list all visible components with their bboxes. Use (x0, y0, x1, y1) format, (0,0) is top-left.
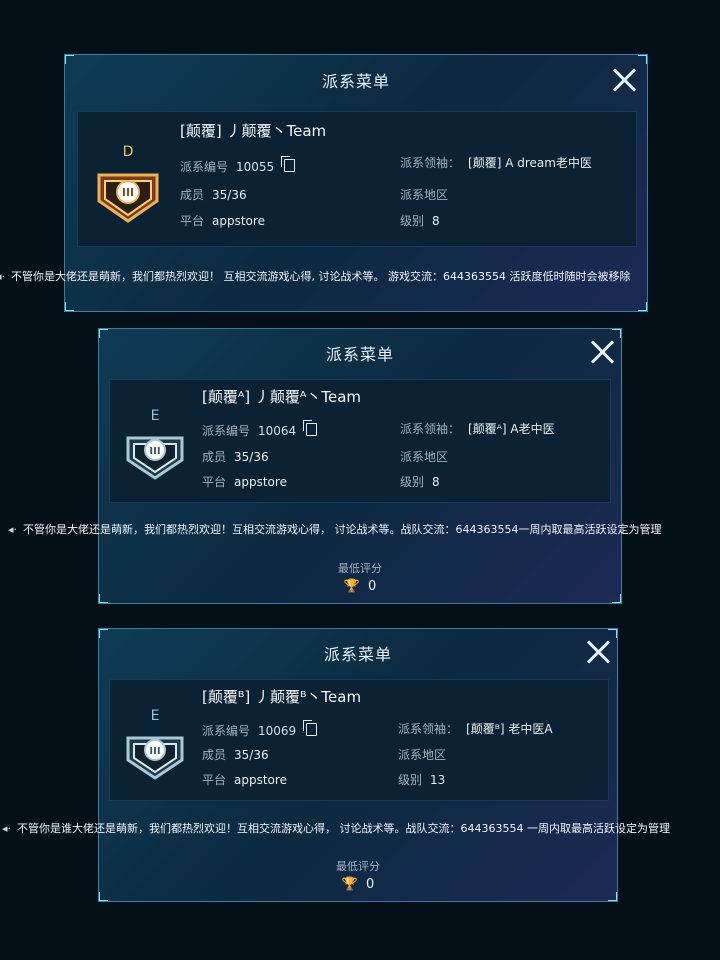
level-row: 级别 13 (398, 773, 446, 787)
copy-icon[interactable] (303, 420, 318, 436)
faction-id-row: 派系编号 10069 (202, 720, 318, 739)
faction-id-row: 派系编号 10064 (202, 420, 318, 439)
trophy-icon: 🏆 (343, 579, 360, 594)
level-row: 级别 8 (400, 214, 440, 228)
close-icon[interactable] (611, 67, 637, 93)
level-value: 8 (432, 214, 440, 228)
panel-title: 派系菜单 (321, 72, 390, 91)
platform-value: appstore (234, 475, 287, 489)
platform-value: appstore (234, 773, 287, 787)
leader-row: 派系领袖： [颠覆ᴬ] A老中医 (400, 422, 555, 436)
close-icon[interactable] (589, 339, 615, 365)
faction-card: E III [颠覆ᴮ] 丿颠覆ᴮ丶Team 派系编号 10069 成员 35/36 … (109, 679, 609, 801)
speaker-icon: ◂· (8, 523, 18, 536)
members-row: 成员 35/36 (202, 748, 269, 762)
trophy-icon: 🏆 (341, 877, 358, 892)
team-name: [颠覆ᴬ] 丿颠覆ᴬ丶Team (202, 388, 362, 406)
level-value: 8 (432, 475, 440, 489)
faction-menu-panel-3: 派系菜单 E III [颠覆ᴮ] 丿颠覆ᴮ丶Team 派系编号 10069 成员 3… (98, 628, 618, 902)
platform-row: 平台 appstore (180, 214, 265, 228)
panel-title: 派系菜单 (325, 345, 394, 364)
faction-id: 10069 (258, 724, 297, 738)
leader-name[interactable]: [颠覆ᴮ] 老中医A (466, 722, 553, 736)
gold-rank-badge-icon: III (97, 173, 159, 223)
level-value: 13 (430, 773, 446, 787)
leader-name[interactable]: [颠覆ᴬ] A老中医 (468, 422, 555, 436)
faction-card: D III [颠覆] 丿颠覆丶Team 派系编号 10055 成员 35/36 平台… (77, 111, 637, 247)
leader-row: 派系领袖： [颠覆] A dream老中医 (400, 156, 592, 170)
leader-name[interactable]: [颠覆] A dream老中医 (468, 156, 592, 170)
team-name: [颠覆] 丿颠覆丶Team (180, 122, 327, 140)
announcement-2: ◂· 不管你是大佬还是萌新，我们都热烈欢迎！互相交流游戏心得， 讨论战术等。战队交… (8, 523, 662, 536)
rank-letter: E (150, 708, 160, 724)
team-name: [颠覆ᴮ] 丿颠覆ᴮ丶Team (202, 688, 362, 706)
faction-id-row: 派系编号 10055 (180, 156, 296, 175)
min-score-value: 0 (367, 579, 377, 594)
svg-text:III: III (149, 746, 160, 757)
faction-id: 10064 (258, 424, 297, 438)
announcement-1: ◂·不管你是大佬还是萌新，我们都热烈欢迎！ 互相交流游戏心得, 讨论战术等。 游… (0, 268, 720, 284)
speaker-icon: ◂· (2, 822, 12, 835)
silver-rank-badge-icon: III (126, 436, 184, 480)
members-row: 成员 35/36 (180, 188, 247, 202)
members-count: 35/36 (234, 748, 269, 762)
min-score-row: 🏆 0 (99, 579, 621, 594)
announcement-3: ◂· 不管你是谁大佬还是萌新，我们都热烈欢迎！互相交流游戏心得， 讨论战术等。战队… (2, 822, 671, 835)
members-count: 35/36 (234, 450, 269, 464)
faction-menu-panel-2: 派系菜单 E III [颠覆ᴬ] 丿颠覆ᴬ丶Team 派系编号 10064 成员 3… (98, 328, 622, 604)
platform-value: appstore (212, 214, 265, 228)
speaker-icon: ◂· (0, 270, 6, 283)
silver-rank-badge-icon: III (126, 736, 184, 780)
faction-card: E III [颠覆ᴬ] 丿颠覆ᴬ丶Team 派系编号 10064 成员 35/36 … (109, 379, 611, 503)
svg-text:III: III (122, 186, 134, 199)
rank-letter: D (122, 144, 134, 160)
close-icon[interactable] (585, 639, 611, 665)
members-count: 35/36 (212, 188, 247, 202)
min-score-label: 最低评分 (336, 860, 380, 873)
members-row: 成员 35/36 (202, 450, 269, 464)
platform-row: 平台 appstore (202, 773, 287, 787)
region-row: 派系地区 (400, 188, 449, 202)
rank-letter: E (150, 408, 160, 424)
min-score-value: 0 (365, 877, 375, 892)
svg-text:III: III (149, 446, 160, 457)
platform-row: 平台 appstore (202, 475, 287, 489)
min-score-label: 最低评分 (338, 562, 382, 575)
min-score-row: 🏆 0 (99, 877, 617, 892)
region-row: 派系地区 (398, 748, 447, 762)
copy-icon[interactable] (281, 156, 296, 172)
copy-icon[interactable] (303, 720, 318, 736)
region-row: 派系地区 (400, 450, 449, 464)
leader-row: 派系领袖： [颠覆ᴮ] 老中医A (398, 722, 553, 736)
level-row: 级别 8 (400, 475, 440, 489)
faction-id: 10055 (236, 160, 275, 174)
panel-title: 派系菜单 (323, 645, 392, 664)
